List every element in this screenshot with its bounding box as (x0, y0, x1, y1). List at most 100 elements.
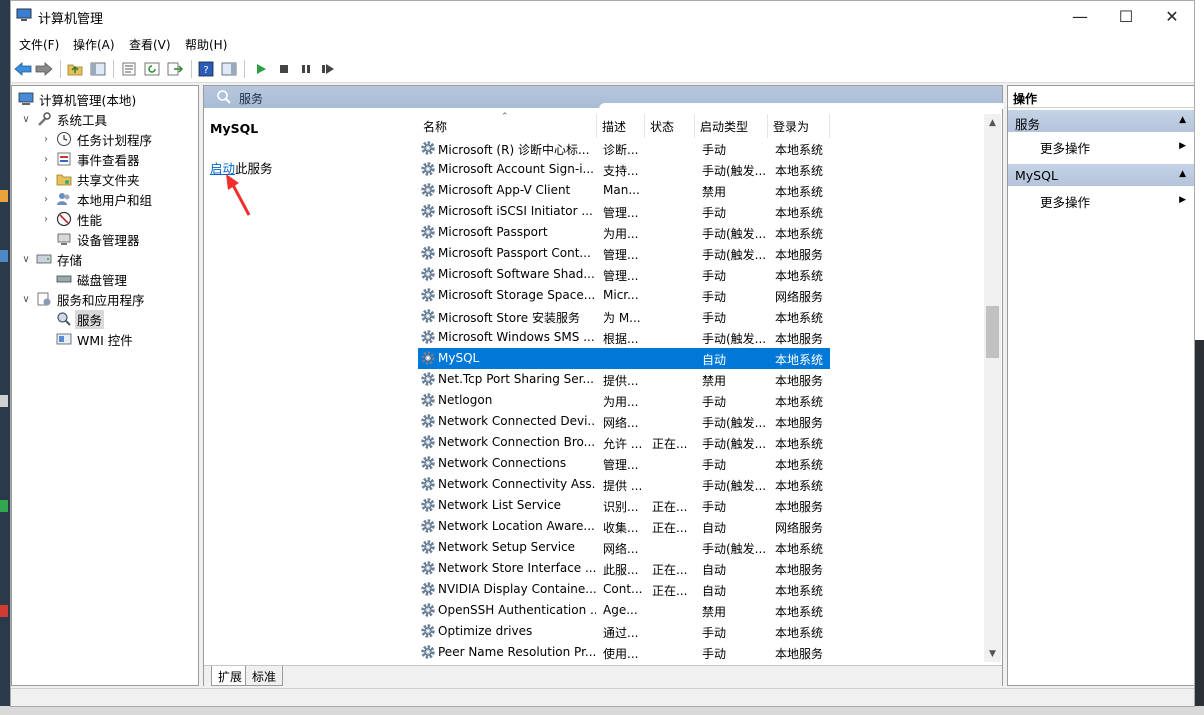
minimize-button[interactable]: — (1057, 1, 1103, 32)
service-row[interactable]: Microsoft (R) 诊断中心标... 诊断... 手动 本地系统 (418, 138, 830, 159)
collapsed-chevron-icon[interactable]: › (40, 154, 52, 165)
service-row[interactable]: MySQL 自动 本地系统 (418, 348, 830, 369)
start-service-icon[interactable] (252, 60, 270, 77)
scroll-thumb[interactable] (986, 306, 999, 358)
tree-item[interactable]: 设备管理器 (40, 229, 142, 249)
tree-item[interactable]: › 共享文件夹 (40, 169, 142, 189)
menu-view[interactable]: 查看(V) (129, 36, 171, 53)
tree-item[interactable]: 磁盘管理 (40, 269, 129, 289)
service-row[interactable]: Microsoft Windows SMS ... 根据... 手动(触发... 本地… (418, 327, 830, 348)
service-name: Optimize drives (438, 624, 533, 638)
more-actions-services[interactable]: 更多操作 (1040, 138, 1090, 157)
show-action-pane-icon[interactable] (220, 60, 238, 77)
service-row[interactable]: Net.Tcp Port Sharing Ser... 提供... 禁用 本地服务 (418, 369, 830, 390)
service-status: 正在... (652, 437, 688, 451)
more-actions-mysql[interactable]: 更多操作 (1040, 192, 1090, 211)
tab-standard[interactable]: 标准 (245, 666, 284, 686)
export-list-icon[interactable] (166, 60, 184, 77)
forward-icon[interactable] (35, 60, 53, 77)
tree-item[interactable]: › 本地用户和组 (40, 189, 154, 209)
service-name: MySQL (438, 351, 480, 365)
help-icon[interactable]: ? (197, 60, 215, 77)
tree-item[interactable]: ∨ 系统工具 (20, 109, 109, 129)
expanded-chevron-icon[interactable]: ∨ (20, 254, 32, 265)
tree-item[interactable]: 计算机管理(本地) (14, 89, 138, 109)
tree-item-label: 磁盘管理 (77, 272, 128, 288)
collapsed-chevron-icon[interactable]: › (40, 194, 52, 205)
service-log-on-as: 本地系统 (775, 164, 824, 178)
expanded-chevron-icon[interactable]: ∨ (20, 294, 32, 305)
service-row[interactable]: Microsoft Passport 为用... 手动(触发... 本地系统 (418, 222, 830, 243)
show-hide-console-tree-icon[interactable] (89, 60, 107, 77)
column-header-log-on-as[interactable]: 登录为 (768, 114, 830, 138)
actions-section-mysql[interactable]: MySQL ▲ (1008, 164, 1194, 186)
column-header-startup-type[interactable]: 启动类型 (695, 114, 768, 138)
tab-extended[interactable]: 扩展 (211, 666, 250, 686)
service-gear-icon (420, 476, 436, 492)
collapsed-chevron-icon[interactable]: › (40, 214, 52, 225)
tree-item[interactable]: ∨ 服务和应用程序 (20, 289, 147, 309)
service-row[interactable]: Microsoft Storage Space... Micr... 手动 网络服务 (418, 285, 830, 306)
scroll-up-icon[interactable]: ▲ (984, 114, 1001, 131)
close-button[interactable]: ✕ (1149, 1, 1194, 32)
refresh-icon[interactable] (143, 60, 161, 77)
service-row[interactable]: Optimize drives 通过... 手动 本地系统 (418, 621, 830, 642)
tree-item[interactable]: › 事件查看器 (40, 149, 142, 169)
service-row[interactable]: Microsoft Store 安装服务 为 M... 手动 本地系统 (418, 306, 830, 327)
menu-action[interactable]: 操作(A) (73, 36, 115, 53)
view-tabs: 扩展 标准 (204, 665, 1002, 687)
service-row[interactable]: Network Connection Bro... 允许 ... 正在... 手动(触… (418, 432, 830, 453)
service-description: 允许 ... (603, 437, 643, 451)
tree-item[interactable]: › 性能 (40, 209, 104, 229)
service-row[interactable]: Network Setup Service 网络... 手动(触发... 本地系统 (418, 537, 830, 558)
tree-item[interactable]: 服务 (40, 309, 105, 329)
service-row[interactable]: Network Location Aware... 收集... 正在... 自动 网络服… (418, 516, 830, 537)
service-startup-type: 自动 (702, 353, 727, 367)
service-row[interactable]: OpenSSH Authentication ... Age... 禁用 本地系统 (418, 600, 830, 621)
service-row[interactable]: Microsoft iSCSI Initiator ... 管理... 手动 本地系统 (418, 201, 830, 222)
service-row[interactable]: Network Connected Devi... 网络... 手动(触发... 本地… (418, 411, 830, 432)
service-name: Network List Service (438, 498, 562, 512)
menu-file[interactable]: 文件(F) (19, 36, 59, 53)
column-header-status[interactable]: 状态 (645, 114, 695, 138)
services-list-scrollbar[interactable]: ▲ ▼ (984, 114, 1001, 662)
service-row[interactable]: Microsoft Account Sign-i... 支持... 手动(触发...… (418, 159, 830, 180)
service-row[interactable]: Network Connections 管理... 手动 本地系统 (418, 453, 830, 474)
menu-help[interactable]: 帮助(H) (185, 36, 227, 53)
service-row[interactable]: Network List Service 识别... 正在... 手动 本地服务 (418, 495, 830, 516)
service-row[interactable]: Netlogon 为用... 手动 本地系统 (418, 390, 830, 411)
title-bar[interactable]: 计算机管理 — ☐ ✕ (11, 1, 1194, 32)
back-icon[interactable] (14, 60, 32, 77)
restart-service-icon[interactable] (319, 60, 337, 77)
service-row[interactable]: Microsoft App-V Client Man... 禁用 本地系统 (418, 180, 830, 201)
service-row[interactable]: Network Store Interface ... 此服... 正在... 自动 本… (418, 558, 830, 579)
service-row[interactable]: NVIDIA Display Containe... Cont... 正在... 自动… (418, 579, 830, 600)
up-folder-icon[interactable] (66, 60, 84, 77)
tree-item[interactable]: ∨ 存储 (20, 249, 84, 269)
service-row[interactable]: Network Connectivity Ass... 提供 ... 手动(触发..… (418, 474, 830, 495)
collapsed-chevron-icon[interactable]: › (40, 174, 52, 185)
maximize-button[interactable]: ☐ (1103, 1, 1149, 32)
scroll-down-icon[interactable]: ▼ (984, 645, 1001, 662)
service-row[interactable]: Microsoft Software Shad... 管理... 手动 本地系统 (418, 264, 830, 285)
service-startup-type: 手动 (702, 290, 727, 304)
service-log-on-as: 网络服务 (775, 521, 824, 535)
pause-service-icon[interactable] (297, 60, 315, 77)
status-bar (11, 688, 1194, 706)
collapsed-chevron-icon[interactable]: › (40, 134, 52, 145)
service-row[interactable]: Peer Name Resolution Pr... 使用... 手动 本地服务 (418, 642, 830, 663)
properties-icon[interactable] (120, 60, 138, 77)
stop-service-icon[interactable] (275, 60, 293, 77)
expanded-chevron-icon[interactable]: ∨ (20, 114, 32, 125)
service-log-on-as: 本地系统 (775, 605, 824, 619)
svg-text:?: ? (203, 65, 208, 76)
service-row[interactable]: Microsoft Passport Cont... 管理... 手动(触发... 本… (418, 243, 830, 264)
tree-item[interactable]: WMI 控件 (40, 329, 135, 349)
tree-item[interactable]: › 任务计划程序 (40, 129, 154, 149)
toolbar-separator (60, 60, 61, 78)
actions-section-services[interactable]: 服务 ▲ (1008, 110, 1194, 132)
service-startup-type: 手动 (702, 143, 727, 157)
performance-icon (56, 211, 72, 227)
column-header-description[interactable]: 描述 (597, 114, 645, 138)
submenu-arrow-icon: ▶ (1179, 195, 1186, 205)
